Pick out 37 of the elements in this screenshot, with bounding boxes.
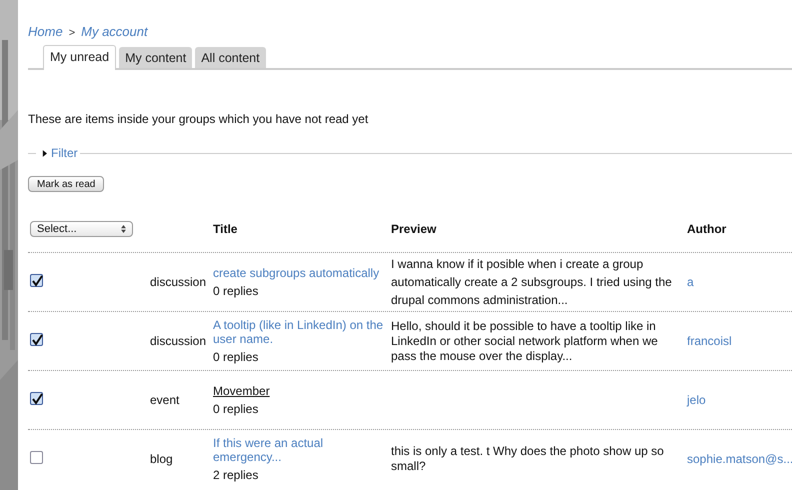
select-dropdown[interactable]: Select... (30, 221, 133, 237)
preview-text: this is only a test. t Why does the photo show up so small? (391, 444, 664, 473)
title-link[interactable]: If this were an actual emergency... (213, 436, 391, 464)
author-link[interactable]: jelo (687, 393, 706, 407)
table-cell: blog (150, 452, 173, 466)
column-header: Title (213, 222, 238, 236)
breadcrumb-link[interactable]: My account (81, 24, 148, 39)
filter-toggle[interactable]: Filter (36, 146, 80, 160)
title-link[interactable]: Movember (213, 384, 391, 398)
mark-as-read-button[interactable]: Mark as read (28, 176, 104, 192)
author-link[interactable]: sophie.matson@s... (687, 452, 792, 466)
tab[interactable]: My content (119, 47, 192, 68)
breadcrumb-link[interactable]: Home (28, 24, 63, 39)
preview-text: Hello, should it be possible to have a tooltip like in LinkedIn or other social network platform when we pass the mouse over the display... (391, 318, 658, 362)
reply-count: 0 replies (213, 402, 260, 416)
checkbox[interactable] (30, 274, 43, 287)
table-cell: event (150, 393, 180, 407)
author-link[interactable]: a (687, 275, 694, 289)
tab[interactable]: All content (195, 47, 266, 68)
column-header: Preview (391, 222, 436, 236)
title-link[interactable]: create subgroups automatically (213, 266, 391, 280)
updown-arrows-icon (121, 225, 126, 233)
preview-text: I wanna know if it posible when i create a group automatically create a 2 subsgroups. I tried using the drupal commons administration... (391, 257, 672, 307)
reply-count: 0 replies (213, 284, 260, 298)
breadcrumb-separator: > (68, 27, 76, 39)
author-link[interactable]: francoisl (687, 334, 732, 348)
table-cell: discussion (150, 275, 206, 289)
title-link[interactable]: A tooltip (like in LinkedIn) on the user name. (213, 318, 391, 346)
column-header: Author (687, 222, 726, 236)
reply-count: 2 replies (213, 468, 260, 482)
checkbox[interactable] (30, 333, 43, 346)
table-cell: discussion (150, 334, 206, 348)
tab[interactable]: My unread (43, 45, 116, 70)
checkbox[interactable] (30, 392, 43, 405)
checkbox[interactable] (30, 451, 43, 464)
reply-count: 0 replies (213, 350, 260, 364)
intro-text: These are items inside your groups which you have not read yet (28, 112, 370, 126)
